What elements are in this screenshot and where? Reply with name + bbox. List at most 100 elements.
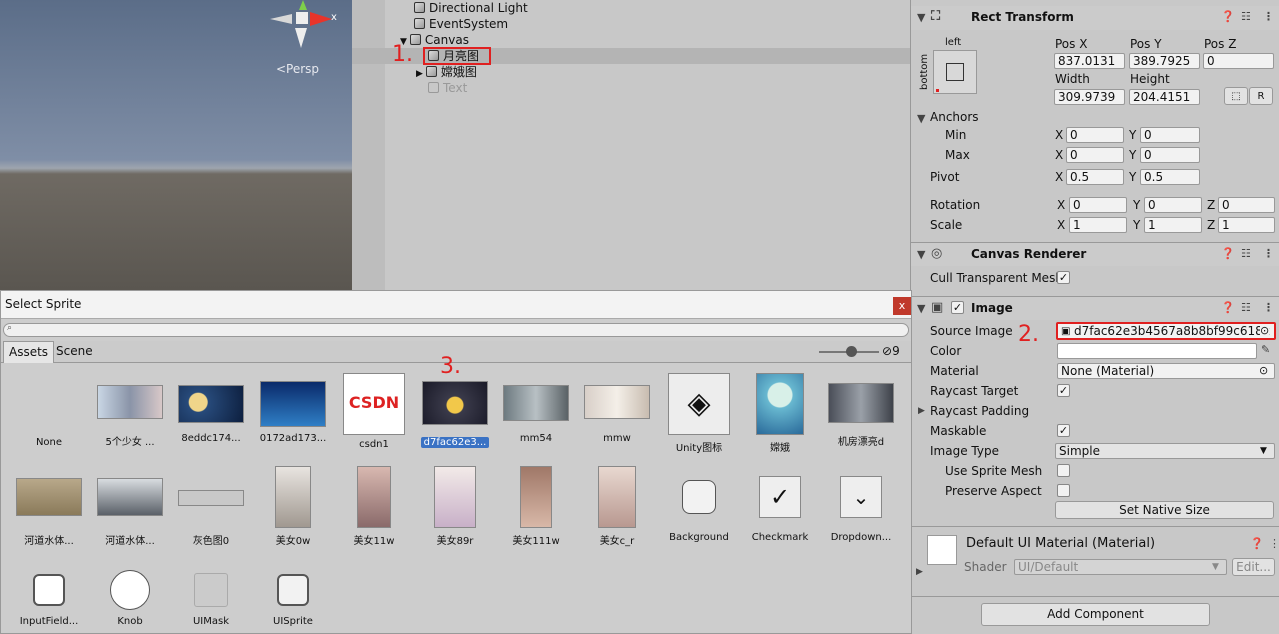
maskable-checkbox[interactable]: ✓ (1057, 424, 1070, 437)
more-icon[interactable]: ⋮ (1269, 537, 1279, 550)
image-enabled-checkbox[interactable]: ✓ (951, 301, 964, 314)
set-native-size-button[interactable]: Set Native Size (1055, 501, 1274, 519)
sprite-tile[interactable]: Background (658, 466, 740, 543)
sprite-tile[interactable]: 美女11w (333, 466, 415, 547)
pos-z-field[interactable]: 0 (1203, 53, 1274, 69)
raycast-target-checkbox[interactable]: ✓ (1057, 384, 1070, 397)
material-field[interactable]: None (Material) ⊙ (1057, 363, 1275, 379)
gizmo-left-cone[interactable] (270, 14, 292, 24)
sprite-tile[interactable]: 美女89r (414, 466, 496, 547)
expand-arrow-icon[interactable]: ▶ (916, 567, 923, 577)
sprite-tile[interactable]: 5个少女 ... (89, 381, 171, 448)
rotation-y-field[interactable]: 0 (1144, 197, 1202, 213)
scale-z-field[interactable]: 1 (1218, 217, 1275, 233)
hidden-count[interactable]: ⊘9 (882, 344, 900, 358)
sprite-tile[interactable]: InputField... (8, 570, 90, 627)
preset-icon[interactable]: ☷ (1241, 247, 1251, 260)
sprite-tile[interactable]: None (8, 381, 90, 448)
sprite-tile[interactable]: ✓ Checkmark (739, 466, 821, 543)
gizmo-down-cone[interactable] (295, 28, 307, 48)
sprite-tile[interactable]: 美女111w (495, 466, 577, 547)
sprite-tile[interactable]: ◈ Unity图标 (658, 373, 740, 454)
scale-y-field[interactable]: 1 (1144, 217, 1202, 233)
expand-arrow-icon[interactable]: ▶ (416, 69, 423, 79)
anchor-min-y-field[interactable]: 0 (1140, 127, 1200, 143)
sprite-tile[interactable]: CSDN csdn1 (333, 373, 415, 450)
preset-icon[interactable]: ☷ (1241, 10, 1251, 23)
sprite-tile[interactable]: 美女0w (252, 466, 334, 547)
sprite-tile[interactable]: 灰色图0 (170, 466, 252, 547)
anchor-min-x-field[interactable]: 0 (1066, 127, 1124, 143)
shader-edit-button[interactable]: Edit... (1232, 558, 1275, 576)
expand-arrow-icon[interactable]: ▶ (918, 406, 925, 416)
sprite-tile[interactable]: 河道水体... (89, 466, 171, 547)
object-picker-icon[interactable]: ⊙ (1260, 324, 1270, 338)
more-icon[interactable]: ⋮ (1263, 301, 1274, 314)
sprite-tile[interactable]: UIMask (170, 570, 252, 627)
rotation-x-field[interactable]: 0 (1069, 197, 1127, 213)
collapse-arrow-icon[interactable]: ▼ (917, 11, 925, 24)
anchor-preset-button[interactable] (933, 50, 977, 94)
image-type-dropdown[interactable]: Simple ▼ (1055, 443, 1275, 459)
help-icon[interactable]: ❓ (1221, 10, 1235, 23)
sprite-tile-selected[interactable]: d7fac62e3... (414, 381, 496, 448)
zoom-slider-thumb[interactable] (846, 346, 857, 357)
pivot-y-field[interactable]: 0.5 (1140, 169, 1200, 185)
rect-transform-header[interactable]: ▼ ⛶ Rect Transform ❓ ☷ ⋮ (911, 6, 1279, 30)
raw-edit-button[interactable]: R (1249, 87, 1273, 105)
hierarchy-item-text[interactable]: Text (428, 80, 467, 96)
search-input[interactable]: ⌕ (3, 323, 909, 337)
sprite-tile[interactable]: 美女c_r (576, 466, 658, 547)
cull-transparent-mesh-checkbox[interactable]: ✓ (1057, 271, 1070, 284)
anchor-max-y-field[interactable]: 0 (1140, 147, 1200, 163)
sprite-tile[interactable]: Knob (89, 570, 171, 627)
tab-assets[interactable]: Assets (3, 341, 55, 363)
sprite-tile[interactable]: mm54 (495, 381, 577, 444)
pivot-x-field[interactable]: 0.5 (1066, 169, 1124, 185)
help-icon[interactable]: ❓ (1221, 247, 1235, 260)
gizmo-x-cone[interactable] (310, 12, 332, 26)
blueprint-mode-button[interactable]: ⬚ (1224, 87, 1248, 105)
sprite-tile[interactable]: 8eddc174... (170, 381, 252, 444)
scene-view[interactable]: x <Persp (0, 0, 352, 290)
hierarchy-item-eventsystem[interactable]: EventSystem (414, 16, 508, 32)
sprite-tile[interactable]: 机房漂亮d (820, 381, 902, 448)
collapse-arrow-icon[interactable]: ▼ (917, 302, 925, 315)
sprite-tile[interactable]: UISprite (252, 570, 334, 627)
more-icon[interactable]: ⋮ (1263, 247, 1274, 260)
help-icon[interactable]: ❓ (1221, 301, 1235, 314)
tab-scene[interactable]: Scene (51, 341, 98, 363)
raycast-padding-label[interactable]: Raycast Padding (930, 404, 1029, 418)
height-field[interactable]: 204.4151 (1129, 89, 1200, 105)
window-title-bar[interactable]: Select Sprite (1, 291, 911, 319)
sprite-tile[interactable]: 河道水体... (8, 466, 90, 547)
more-icon[interactable]: ⋮ (1263, 10, 1274, 23)
rotation-z-field[interactable]: 0 (1218, 197, 1275, 213)
pos-y-field[interactable]: 389.7925 (1129, 53, 1200, 69)
gizmo-y-cone[interactable] (299, 0, 307, 10)
sprite-tile[interactable]: mmw (576, 381, 658, 444)
source-image-field[interactable]: ▣ d7fac62e3b4567a8b8bf99c6182 ⊙ (1056, 322, 1276, 340)
sprite-tile[interactable]: 0172ad173... (252, 381, 334, 444)
collapse-arrow-icon[interactable]: ▼ (917, 248, 925, 261)
eyedropper-icon[interactable]: ✎ (1261, 343, 1270, 356)
collapse-arrow-icon[interactable]: ▼ (917, 112, 925, 125)
object-picker-icon[interactable]: ⊙ (1259, 364, 1268, 378)
anchor-max-x-field[interactable]: 0 (1066, 147, 1124, 163)
close-button[interactable]: x (893, 297, 911, 315)
add-component-button[interactable]: Add Component (981, 603, 1210, 626)
hierarchy-item-directional-light[interactable]: Directional Light (414, 0, 528, 16)
sprite-tile[interactable]: 嫦娥 (739, 373, 821, 454)
preserve-aspect-checkbox[interactable] (1057, 484, 1070, 497)
gizmo-center[interactable] (296, 12, 308, 24)
color-field[interactable] (1057, 343, 1257, 359)
width-field[interactable]: 309.9739 (1054, 89, 1125, 105)
canvas-renderer-header[interactable]: ▼ ◎ Canvas Renderer ❓ ☷ ⋮ (911, 242, 1279, 266)
sprite-tile[interactable]: ⌄ Dropdown... (820, 466, 902, 543)
use-sprite-mesh-checkbox[interactable] (1057, 464, 1070, 477)
scale-x-field[interactable]: 1 (1069, 217, 1127, 233)
persp-label[interactable]: <Persp (276, 62, 319, 76)
image-header[interactable]: ▼ ▣ ✓ Image ❓ ☷ ⋮ (911, 296, 1279, 320)
hierarchy-item-change[interactable]: ▶ 嫦娥图 (416, 64, 477, 80)
shader-dropdown[interactable]: UI/Default ▼ (1014, 559, 1227, 575)
